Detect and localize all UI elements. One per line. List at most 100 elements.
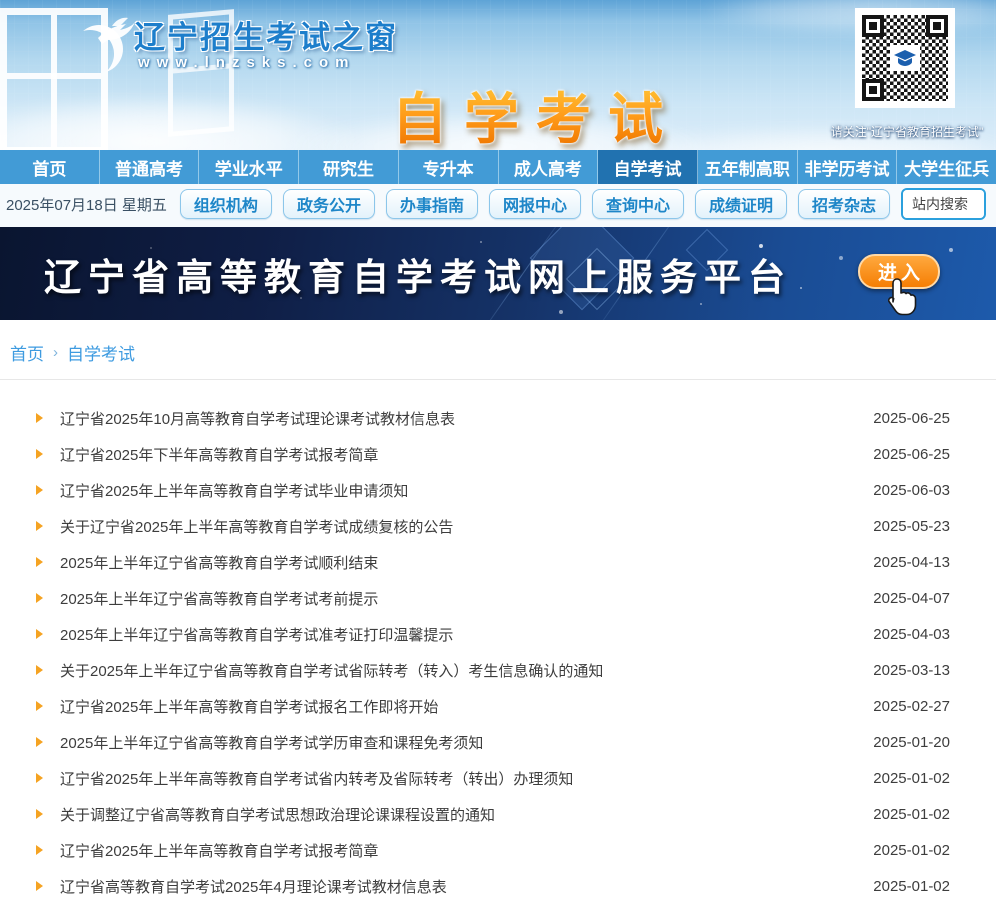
news-title-link[interactable]: 2025年上半年辽宁省高等教育自学考试学历审查和课程免考须知 (60, 732, 853, 753)
news-date: 2025-04-07 (873, 590, 950, 607)
nav-item-self-study-exam[interactable]: 自学考试 (598, 150, 698, 184)
news-title-link[interactable]: 辽宁省2025年下半年高等教育自学考试报考简章 (60, 444, 853, 465)
qr-finder-square (926, 15, 948, 37)
nav-item-five-year-vocational[interactable]: 五年制高职 (698, 150, 798, 184)
news-title-link[interactable]: 2025年上半年辽宁省高等教育自学考试准考证打印温馨提示 (60, 624, 853, 645)
nav-item-academic-level[interactable]: 学业水平 (199, 150, 299, 184)
nav-item-home[interactable]: 首页 (0, 150, 100, 184)
bullet-triangle-icon (36, 881, 43, 891)
news-item: 2025年上半年辽宁省高等教育自学考试准考证打印温馨提示 2025-04-03 (0, 616, 996, 652)
section-banner-title: 自学考试 (392, 74, 680, 150)
bullet-triangle-icon (36, 521, 43, 531)
news-title-link[interactable]: 关于调整辽宁省高等教育自学考试思想政治理论课课程设置的通知 (60, 804, 853, 825)
service-guide-button[interactable]: 办事指南 (386, 189, 478, 219)
site-header: 辽宁招生考试之窗 www.lnzsks.com 自学考试 请关注"辽宁省教育招生… (0, 0, 996, 150)
nav-item-graduate[interactable]: 研究生 (299, 150, 399, 184)
news-date: 2025-03-13 (873, 662, 950, 679)
bullet-triangle-icon (36, 737, 43, 747)
bullet-triangle-icon (36, 593, 43, 603)
breadcrumb: 首页 › 自学考试 (0, 340, 996, 380)
news-title-link[interactable]: 辽宁省2025年上半年高等教育自学考试报名工作即将开始 (60, 696, 853, 717)
news-date: 2025-01-02 (873, 806, 950, 823)
nav-item-student-enlistment[interactable]: 大学生征兵 (897, 150, 996, 184)
news-date: 2025-06-25 (873, 446, 950, 463)
query-center-button[interactable]: 查询中心 (592, 189, 684, 219)
news-item: 2025年上半年辽宁省高等教育自学考试学历审查和课程免考须知 2025-01-2… (0, 724, 996, 760)
news-title-link[interactable]: 辽宁省2025年上半年高等教育自学考试省内转考及省际转考（转出）办理须知 (60, 768, 853, 789)
bullet-triangle-icon (36, 701, 43, 711)
news-title-link[interactable]: 辽宁省2025年上半年高等教育自学考试毕业申请须知 (60, 480, 853, 501)
breadcrumb-home-link[interactable]: 首页 (10, 340, 44, 365)
search-input[interactable] (903, 190, 986, 218)
news-date: 2025-01-20 (873, 734, 950, 751)
breadcrumb-current-link[interactable]: 自学考试 (67, 340, 135, 365)
bullet-triangle-icon (36, 413, 43, 423)
banner-title: 辽宁省高等教育自学考试网上服务平台 (44, 247, 792, 301)
news-title-link[interactable]: 辽宁省高等教育自学考试2025年4月理论课考试教材信息表 (60, 876, 853, 897)
site-url: www.lnzsks.com (138, 54, 355, 71)
site-search (901, 188, 986, 220)
news-date: 2025-01-02 (873, 770, 950, 787)
news-title-link[interactable]: 关于2025年上半年辽宁省高等教育自学考试省际转考（转入）考生信息确认的通知 (60, 660, 853, 681)
qr-finder-square (862, 15, 884, 37)
bullet-triangle-icon (36, 449, 43, 459)
bullet-triangle-icon (36, 773, 43, 783)
news-item: 辽宁省2025年上半年高等教育自学考试报考简章 2025-01-02 (0, 832, 996, 868)
hand-pointer-icon (885, 277, 919, 317)
news-item: 关于调整辽宁省高等教育自学考试思想政治理论课课程设置的通知 2025-01-02 (0, 796, 996, 832)
news-item: 辽宁省2025年下半年高等教育自学考试报考简章 2025-06-25 (0, 436, 996, 472)
qr-pattern (862, 15, 948, 101)
gov-affairs-button[interactable]: 政务公开 (283, 189, 375, 219)
nav-item-zhuanshengben[interactable]: 专升本 (399, 150, 499, 184)
news-date: 2025-01-02 (873, 878, 950, 895)
nav-item-non-degree-exam[interactable]: 非学历考试 (798, 150, 898, 184)
breadcrumb-separator: › (53, 344, 58, 361)
news-item: 2025年上半年辽宁省高等教育自学考试顺利结束 2025-04-13 (0, 544, 996, 580)
news-item: 辽宁省高等教育自学考试2025年4月理论课考试教材信息表 2025-01-02 (0, 868, 996, 904)
bullet-triangle-icon (36, 845, 43, 855)
news-date: 2025-05-23 (873, 518, 950, 535)
nav-item-gaokao[interactable]: 普通高考 (100, 150, 200, 184)
online-report-center-button[interactable]: 网报中心 (489, 189, 581, 219)
news-item: 关于2025年上半年辽宁省高等教育自学考试省际转考（转入）考生信息确认的通知 2… (0, 652, 996, 688)
bullet-triangle-icon (36, 629, 43, 639)
news-title-link[interactable]: 辽宁省2025年10月高等教育自学考试理论课考试教材信息表 (60, 408, 853, 429)
news-title-link[interactable]: 2025年上半年辽宁省高等教育自学考试考前提示 (60, 588, 853, 609)
news-date: 2025-04-03 (873, 626, 950, 643)
bullet-triangle-icon (36, 809, 43, 819)
news-item: 2025年上半年辽宁省高等教育自学考试考前提示 2025-04-07 (0, 580, 996, 616)
org-structure-button[interactable]: 组织机构 (180, 189, 272, 219)
news-item: 辽宁省2025年上半年高等教育自学考试报名工作即将开始 2025-02-27 (0, 688, 996, 724)
qr-finder-square (862, 79, 884, 101)
exam-magazine-button[interactable]: 招考杂志 (798, 189, 890, 219)
sparkle-dots (0, 227, 2, 229)
qr-caption: 请关注"辽宁省教育招生考试" (818, 123, 996, 140)
news-item: 辽宁省2025年上半年高等教育自学考试省内转考及省际转考（转出）办理须知 202… (0, 760, 996, 796)
nav-item-adult-exam[interactable]: 成人高考 (499, 150, 599, 184)
news-title-link[interactable]: 辽宁省2025年上半年高等教育自学考试报考简章 (60, 840, 853, 861)
news-date: 2025-06-25 (873, 410, 950, 427)
news-date: 2025-06-03 (873, 482, 950, 499)
bullet-triangle-icon (36, 557, 43, 567)
news-item: 辽宁省2025年10月高等教育自学考试理论课考试教材信息表 2025-06-25 (0, 400, 996, 436)
bullet-triangle-icon (36, 485, 43, 495)
score-certificate-button[interactable]: 成绩证明 (695, 189, 787, 219)
service-platform-banner[interactable]: 辽宁省高等教育自学考试网上服务平台 进入 (0, 227, 996, 320)
news-item: 辽宁省2025年上半年高等教育自学考试毕业申请须知 2025-06-03 (0, 472, 996, 508)
site-logo-icon (66, 20, 136, 82)
main-nav: 首页 普通高考 学业水平 研究生 专升本 成人高考 自学考试 五年制高职 非学历… (0, 150, 996, 184)
news-item: 关于辽宁省2025年上半年高等教育自学考试成绩复核的公告 2025-05-23 (0, 508, 996, 544)
secondary-toolbar: 2025年07月18日 星期五 组织机构 政务公开 办事指南 网报中心 查询中心… (0, 184, 996, 227)
current-date: 2025年07月18日 星期五 (6, 194, 167, 215)
news-date: 2025-04-13 (873, 554, 950, 571)
bullet-triangle-icon (36, 665, 43, 675)
news-date: 2025-02-27 (873, 698, 950, 715)
main-content: 首页 › 自学考试 辽宁省2025年10月高等教育自学考试理论课考试教材信息表 … (0, 320, 996, 904)
news-list: 辽宁省2025年10月高等教育自学考试理论课考试教材信息表 2025-06-25… (0, 380, 996, 904)
dove-icon (92, 16, 136, 46)
news-title-link[interactable]: 2025年上半年辽宁省高等教育自学考试顺利结束 (60, 552, 853, 573)
news-title-link[interactable]: 关于辽宁省2025年上半年高等教育自学考试成绩复核的公告 (60, 516, 853, 537)
site-name: 辽宁招生考试之窗 (134, 12, 398, 57)
news-date: 2025-01-02 (873, 842, 950, 859)
graduation-cap-icon (890, 45, 920, 71)
